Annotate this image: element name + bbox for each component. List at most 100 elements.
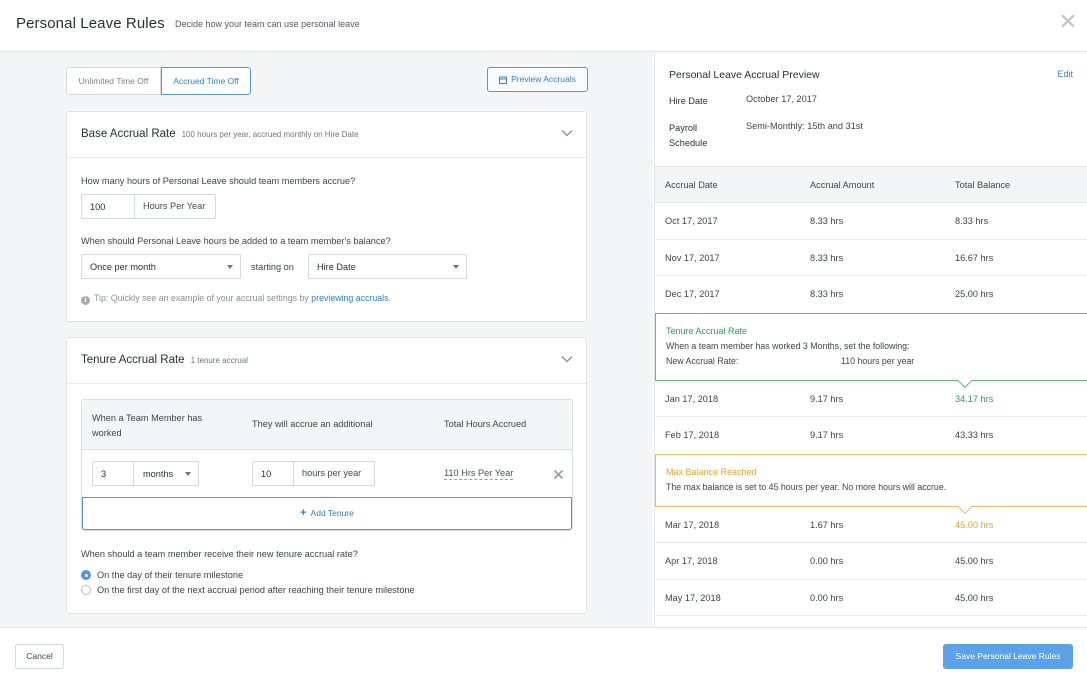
preview-accruals-button[interactable]: Preview Accruals: [487, 67, 588, 92]
caret-down-icon: [453, 265, 459, 269]
accrual-amount: 0.00 hrs: [810, 592, 844, 603]
accrual-amount: 8.33 hrs: [810, 252, 844, 263]
radio-button-selected[interactable]: [81, 570, 91, 580]
add-tenure-label: Add Tenure: [310, 508, 354, 518]
accrual-preview-pane: Personal Leave Accrual Preview Edit Hire…: [654, 52, 1087, 627]
table-row: Feb 17, 2018 9.17 hrs 43.33 hrs: [655, 417, 1087, 454]
accrual-date: Oct 17, 2017: [665, 216, 718, 226]
chevron-down-icon[interactable]: [561, 355, 573, 363]
additional-hours-unit: hours per year: [293, 462, 361, 485]
additional-hours-field[interactable]: 10 hours per year: [252, 461, 375, 486]
accrual-date: Nov 17, 2017: [665, 252, 720, 263]
page-title: Personal Leave Rules: [16, 15, 165, 32]
tab-accrued-time-off[interactable]: Accrued Time Off: [161, 67, 251, 95]
total-balance: 16.67 hrs: [955, 252, 994, 263]
cancel-button[interactable]: Cancel: [15, 644, 64, 669]
start-date-value: Hire Date: [317, 262, 356, 272]
hire-date-label: Hire Date: [669, 96, 708, 106]
col-total: Total Hours Accrued: [444, 419, 527, 429]
close-icon[interactable]: [1061, 14, 1075, 28]
accrual-amount: 8.33 hrs: [810, 216, 844, 226]
start-date-select[interactable]: Hire Date: [308, 254, 467, 279]
remove-tenure-icon[interactable]: [554, 470, 563, 479]
tenure-unit-select[interactable]: months: [133, 461, 199, 486]
accrual-amount: 8.33 hrs: [810, 289, 844, 299]
base-accrual-heading: Base Accrual Rate 100 hours per year, acc…: [81, 128, 359, 140]
total-hours-accrued: 110 Hrs Per Year: [444, 468, 514, 480]
tenure-notice-rate-value: 110 hours per year: [841, 355, 915, 366]
accrual-preview-table: Accrual Date Accrual Amount Total Balanc…: [655, 166, 1087, 616]
edit-link[interactable]: Edit: [1057, 69, 1073, 79]
col-additional: They will accrue an additional: [252, 419, 373, 429]
table-row: Oct 17, 2017 8.33 hrs 8.33 hrs: [655, 203, 1087, 240]
preview-accruals-label: Preview Accruals: [511, 74, 576, 84]
tenure-notice-title: Tenure Accrual Rate: [666, 325, 748, 336]
table-row: May 17, 2018 0.00 hrs 45.00 hrs: [655, 580, 1087, 616]
base-accrual-title: Base Accrual Rate: [81, 128, 176, 140]
tenure-accrual-notice: Tenure Accrual Rate When a team member h…: [655, 312, 1087, 388]
tab-unlimited-time-off[interactable]: Unlimited Time Off: [66, 67, 161, 95]
chevron-down-icon[interactable]: [561, 129, 573, 137]
accrual-date: Mar 17, 2018: [665, 519, 720, 530]
hours-question: How many hours of Personal Leave should …: [81, 176, 356, 186]
hours-per-year-field[interactable]: 100 Hours Per Year: [81, 194, 216, 219]
table-row: Nov 17, 2017 8.33 hrs 16.67 hrs: [655, 240, 1087, 276]
tenure-table-header: When a Team Member has worked They will …: [82, 400, 572, 450]
tenure-table: When a Team Member has worked They will …: [81, 399, 573, 531]
table-row: Jan 17, 2018 9.17 hrs 34.17 hrs: [655, 381, 1087, 417]
frequency-select[interactable]: Once per month: [81, 254, 241, 279]
dialog-header: Personal Leave Rules Decide how your tea…: [0, 0, 1087, 52]
caret-down-icon: [185, 472, 191, 476]
radio-milestone-day-label: On the day of their tenure milestone: [97, 570, 244, 580]
base-accrual-card: Base Accrual Rate 100 hours per year, acc…: [66, 111, 587, 322]
accrual-tip: i Tip: Quickly see an example of your acc…: [81, 293, 391, 305]
accrual-amount: 1.67 hrs: [810, 519, 844, 530]
add-tenure-button[interactable]: + Add Tenure: [82, 497, 572, 530]
frequency-value: Once per month: [90, 262, 156, 272]
total-balance: 45.00 hrs: [955, 592, 994, 603]
tenure-duration-input[interactable]: 3: [92, 461, 134, 486]
tip-end: .: [388, 293, 391, 303]
total-balance: 8.33 hrs: [955, 216, 989, 226]
caret-down-icon: [227, 265, 233, 269]
hours-unit: Hours Per Year: [134, 195, 205, 218]
radio-milestone-day[interactable]: On the day of their tenure milestone: [81, 570, 243, 580]
additional-hours-value: 10: [261, 469, 272, 479]
radio-button[interactable]: [81, 585, 91, 595]
tenure-notice-rate-label: New Accrual Rate:: [666, 355, 739, 366]
base-accrual-header[interactable]: Base Accrual Rate 100 hours per year, acc…: [67, 112, 586, 158]
time-off-type-tabs: Unlimited Time Off Accrued Time Off: [66, 67, 251, 95]
col-worked: When a Team Member has worked: [92, 413, 203, 438]
info-icon: i: [81, 296, 90, 305]
tenure-unit-value: months: [143, 469, 174, 479]
accrual-date: Apr 17, 2018: [665, 556, 718, 566]
table-row: Mar 17, 2018 1.67 hrs 45.00 hrs: [655, 507, 1087, 543]
payroll-label-line1: Payroll: [669, 123, 698, 133]
previewing-accruals-link[interactable]: previewing accruals: [311, 293, 388, 303]
table-header: Accrual Date Accrual Amount Total Balanc…: [655, 166, 1087, 203]
tenure-accrual-summary: 1 tenure accrual: [190, 356, 248, 365]
table-row: Dec 17, 2017 8.33 hrs 25.00 hrs: [655, 276, 1087, 313]
accrual-amount: 9.17 hrs: [810, 430, 844, 440]
max-balance-notice: Max Balance Reached The max balance is s…: [655, 453, 1087, 514]
total-balance-highlight: 45.00 hrs: [955, 519, 994, 530]
plus-icon: +: [300, 507, 307, 519]
total-balance: 45.00 hrs: [955, 556, 994, 566]
save-button[interactable]: Save Personal Leave Rules: [943, 644, 1073, 669]
tenure-accrual-heading: Tenure Accrual Rate 1 tenure accrual: [81, 354, 248, 366]
accrual-date: Feb 17, 2018: [665, 430, 720, 440]
payroll-value: Semi-Monthly: 15th and 31st: [746, 121, 863, 131]
tenure-duration-value: 3: [101, 469, 107, 479]
radio-next-period[interactable]: On the first day of the next accrual per…: [81, 585, 415, 595]
col-total-balance: Total Balance: [955, 180, 1011, 190]
base-accrual-summary: 100 hours per year, accrued monthly on H…: [181, 130, 359, 139]
tenure-accrual-card: Tenure Accrual Rate 1 tenure accrual When…: [66, 337, 587, 614]
tenure-notice-line1: When a team member has worked 3 Months, …: [666, 340, 910, 351]
tenure-accrual-header[interactable]: Tenure Accrual Rate 1 tenure accrual: [67, 338, 586, 384]
starting-on-label: starting on: [251, 262, 294, 272]
hire-date-value: October 17, 2017: [746, 94, 817, 104]
dialog-footer: Cancel Save Personal Leave Rules: [0, 627, 1087, 682]
accrual-date: Jan 17, 2018: [665, 393, 719, 404]
tip-text: Tip: Quickly see an example of your accr…: [94, 293, 309, 303]
total-balance: 25.00 hrs: [955, 289, 994, 299]
